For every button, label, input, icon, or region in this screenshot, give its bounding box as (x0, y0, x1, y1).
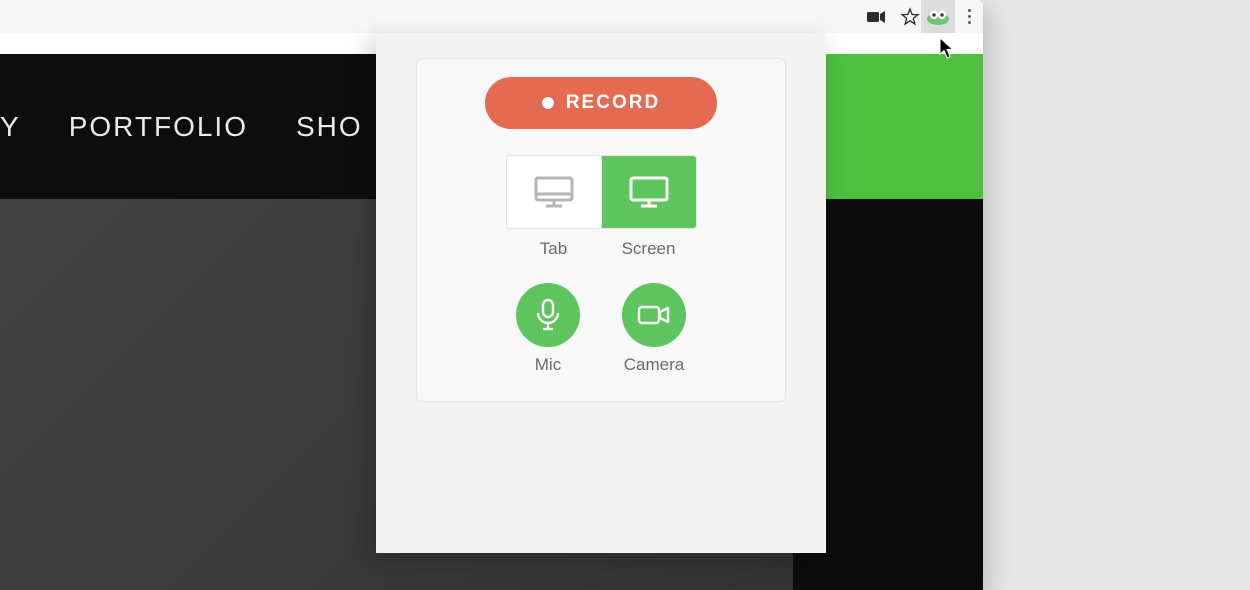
browser-toolbar (0, 0, 983, 34)
three-dots-icon (968, 9, 971, 24)
recording-indicator-icon[interactable] (865, 6, 887, 28)
source-screen-option[interactable] (602, 156, 696, 228)
screen-monitor-icon (625, 172, 673, 212)
tab-monitor-icon (530, 172, 578, 212)
screen-option-label: Screen (601, 239, 696, 259)
mic-toggle-label: Mic (516, 355, 580, 375)
tab-option-label: Tab (506, 239, 601, 259)
extension-popup: RECORD (376, 33, 826, 553)
nav-item[interactable]: Y (0, 111, 21, 143)
extension-button[interactable] (921, 0, 955, 33)
browser-window: Y PORTFOLIO SHO RECORD (0, 0, 983, 590)
record-button[interactable]: RECORD (485, 77, 717, 129)
source-selector (506, 155, 697, 229)
record-dot-icon (542, 97, 554, 109)
nav-item[interactable]: PORTFOLIO (69, 111, 248, 143)
extension-logo-icon (926, 8, 950, 26)
bookmark-star-icon[interactable] (899, 6, 921, 28)
record-panel: RECORD (416, 58, 786, 402)
record-button-label: RECORD (566, 92, 660, 114)
camera-toggle-label: Camera (622, 355, 686, 375)
microphone-icon (533, 298, 563, 332)
source-tab-option[interactable] (507, 156, 602, 228)
camera-icon (637, 303, 671, 327)
nav-item[interactable]: SHO (296, 111, 363, 143)
browser-menu-button[interactable] (955, 0, 983, 33)
camera-toggle[interactable] (622, 283, 686, 347)
mic-toggle[interactable] (516, 283, 580, 347)
